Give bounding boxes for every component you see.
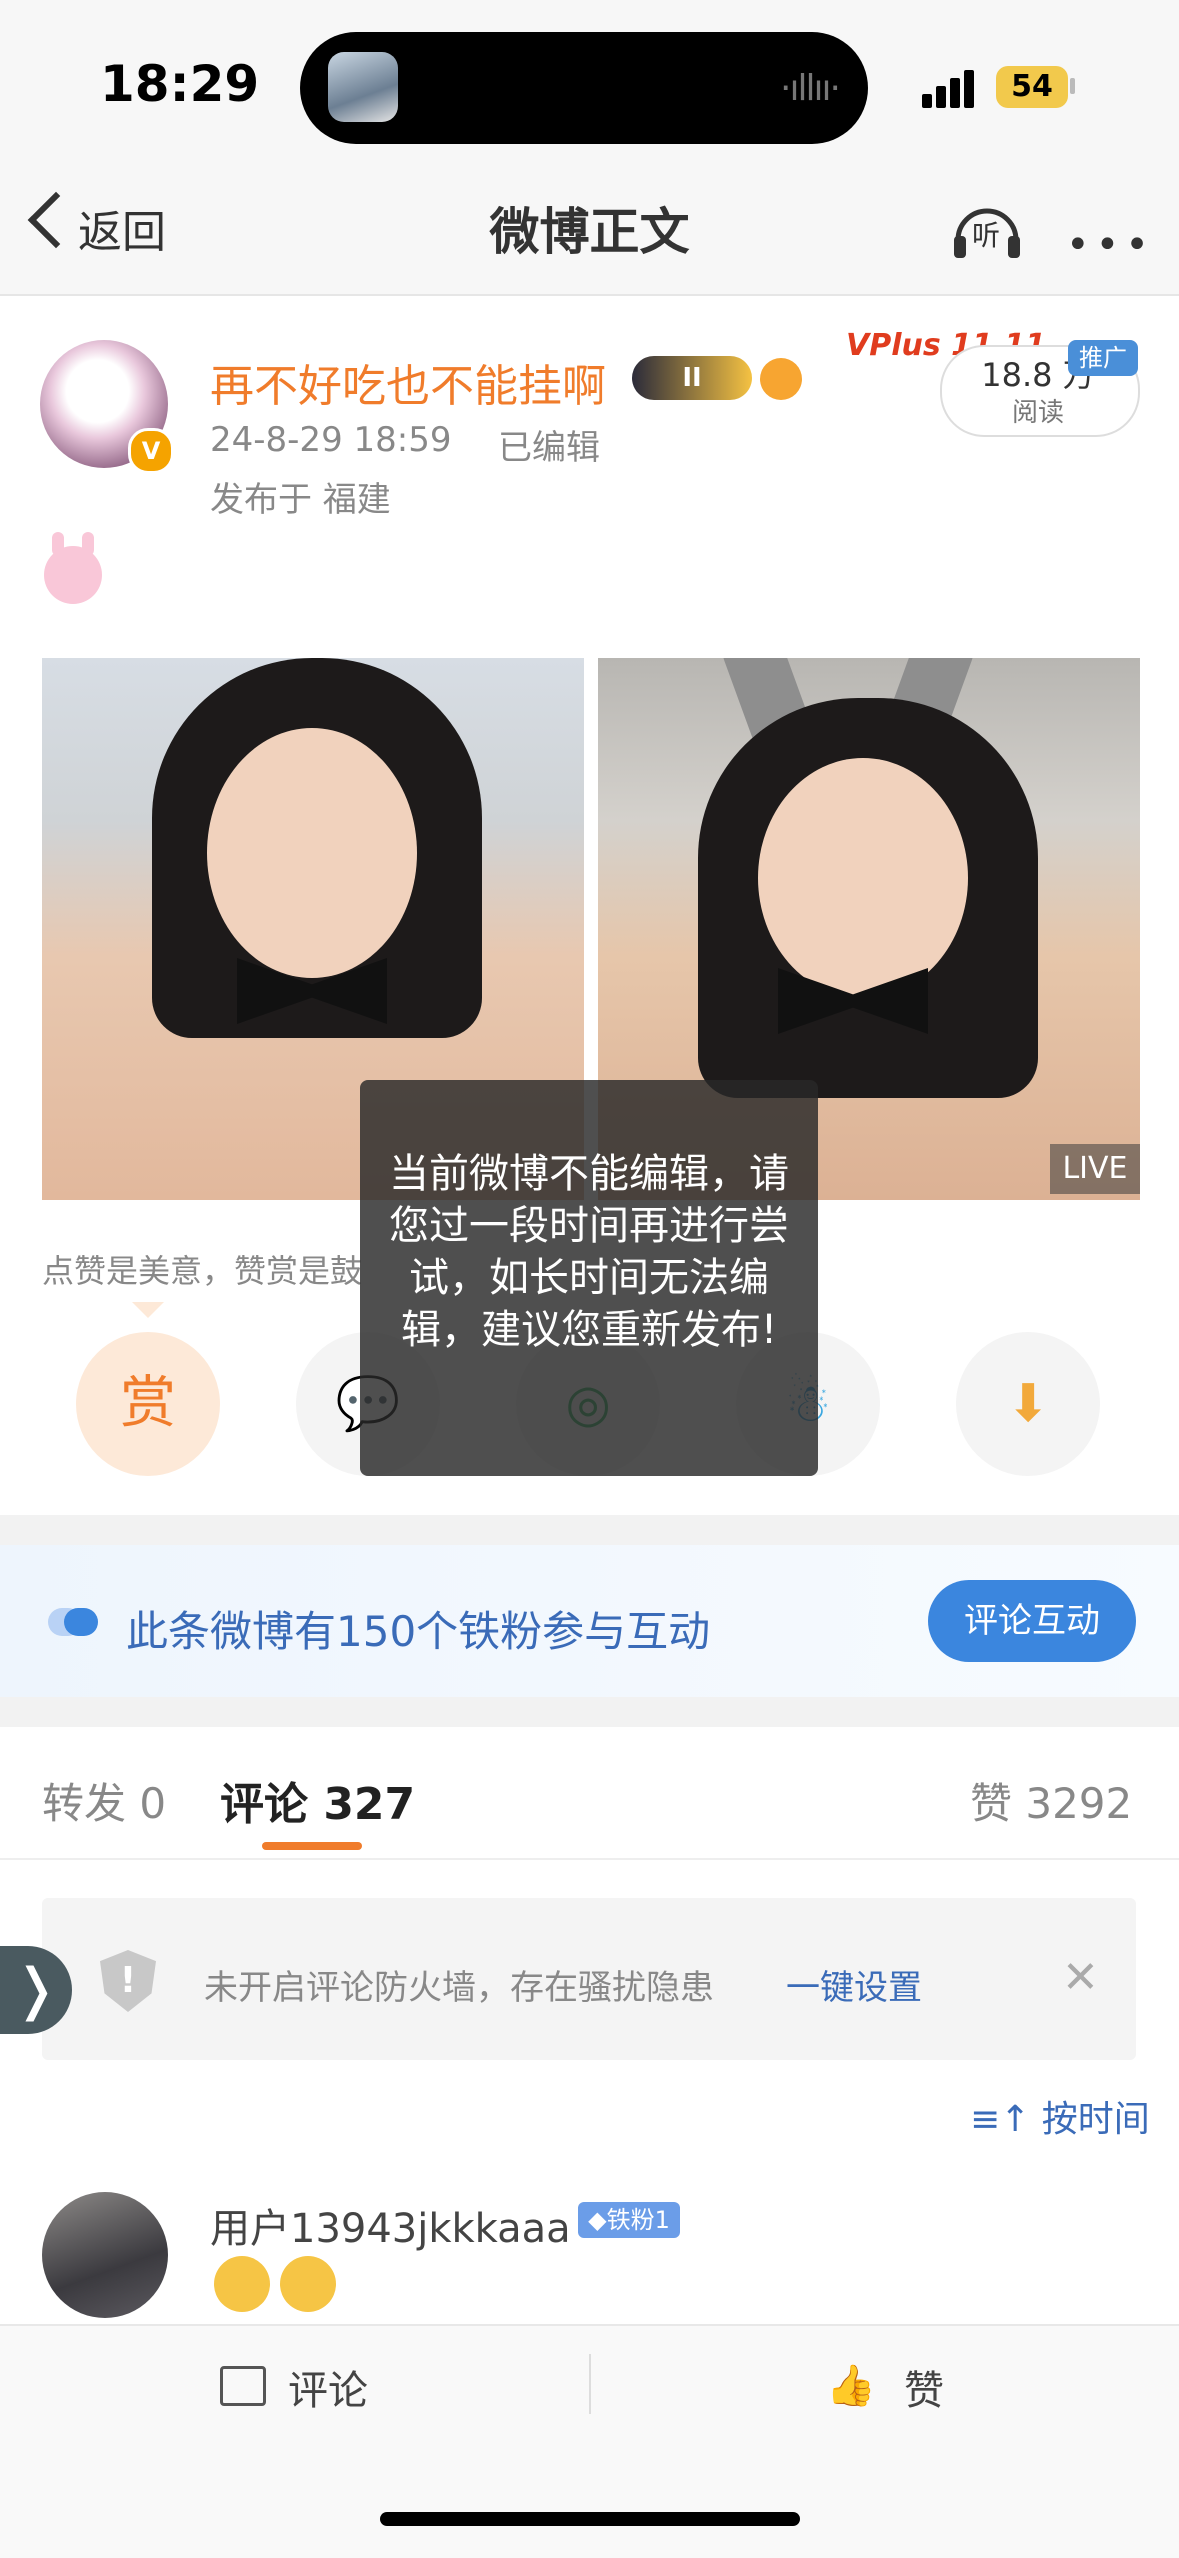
fish-badge-icon[interactable] — [760, 358, 802, 400]
tab-comment[interactable]: 评论 327 — [220, 1768, 415, 1832]
divider — [0, 1858, 1179, 1860]
more-icon[interactable]: ••• — [1066, 222, 1155, 268]
section-gap — [0, 1515, 1179, 1545]
audio-wave-icon: ·ıllıı· — [780, 68, 841, 109]
reward-button[interactable]: 赏 — [76, 1332, 220, 1476]
section-gap — [0, 1697, 1179, 1727]
verified-badge: V — [128, 428, 174, 474]
fans-icon — [48, 1608, 98, 1636]
home-indicator[interactable] — [380, 2512, 800, 2526]
tab-like[interactable]: 赞 3292 — [970, 1770, 1132, 1831]
clock-time: 18:29 — [100, 55, 260, 113]
now-playing-thumbnail — [328, 52, 398, 122]
fans-text: 此条微博有150个铁粉参与互动 — [126, 1607, 711, 1656]
reward-caption: 点赞是美意，赞赏是鼓 — [42, 1252, 363, 1290]
fan-badge[interactable]: ◆铁粉1 — [578, 2202, 680, 2238]
heart-eyes-emoji-icon — [280, 2256, 336, 2312]
comment-icon[interactable] — [220, 2366, 266, 2406]
comment-avatar[interactable] — [42, 2192, 168, 2318]
save-image-button[interactable]: ⬇ — [956, 1332, 1100, 1476]
battery-icon: 54 — [996, 66, 1068, 108]
comment-interact-button[interactable]: 评论互动 — [928, 1580, 1136, 1662]
comment-button[interactable]: 评论 — [288, 2358, 368, 2416]
crown-level-badge[interactable]: II — [632, 356, 752, 400]
save-image-icon: ⬇ — [1006, 1374, 1050, 1434]
smile-emoji-icon — [214, 2256, 270, 2312]
thumbs-up-icon[interactable]: 👍 — [826, 2362, 876, 2409]
like-button[interactable]: 赞 — [904, 2358, 944, 2416]
sort-label: 按时间 — [1041, 2099, 1150, 2140]
edited-label[interactable]: 已编辑 — [498, 420, 600, 469]
listen-label: 听 — [972, 219, 1001, 252]
toast-message: 当前微博不能编辑，请您过一段时间再进行尝试，如长时间无法编辑，建议您重新发布! — [389, 1151, 789, 1353]
author-name[interactable]: 再不好吃也不能挂啊 — [210, 350, 606, 414]
post-time: 24-8-29 18:59 — [210, 420, 452, 460]
comment-username[interactable]: 用户13943jkkkaaa — [210, 2196, 571, 2254]
signal-icon — [922, 64, 982, 108]
firewall-text: 未开启评论防火墙，存在骚扰隐患 — [204, 1968, 714, 2008]
tab-active-indicator — [262, 1842, 362, 1850]
post-location: 发布于 福建 — [210, 480, 391, 520]
caption-pointer — [132, 1302, 164, 1318]
sort-by-time[interactable]: ≡↑ 按时间 — [970, 2090, 1150, 2142]
close-icon[interactable]: ✕ — [1062, 1952, 1099, 2003]
battery-tip — [1070, 78, 1075, 94]
firewall-setup-link[interactable]: 一键设置 — [786, 1960, 922, 2009]
divider — [589, 2354, 591, 2414]
reads-label: 阅读 — [1011, 398, 1064, 428]
tab-repost[interactable]: 转发 0 — [42, 1770, 166, 1831]
promo-tag: 推广 — [1068, 340, 1138, 376]
bunny-emoji-icon — [44, 546, 102, 604]
live-photo-badge: LIVE — [1050, 1144, 1140, 1194]
